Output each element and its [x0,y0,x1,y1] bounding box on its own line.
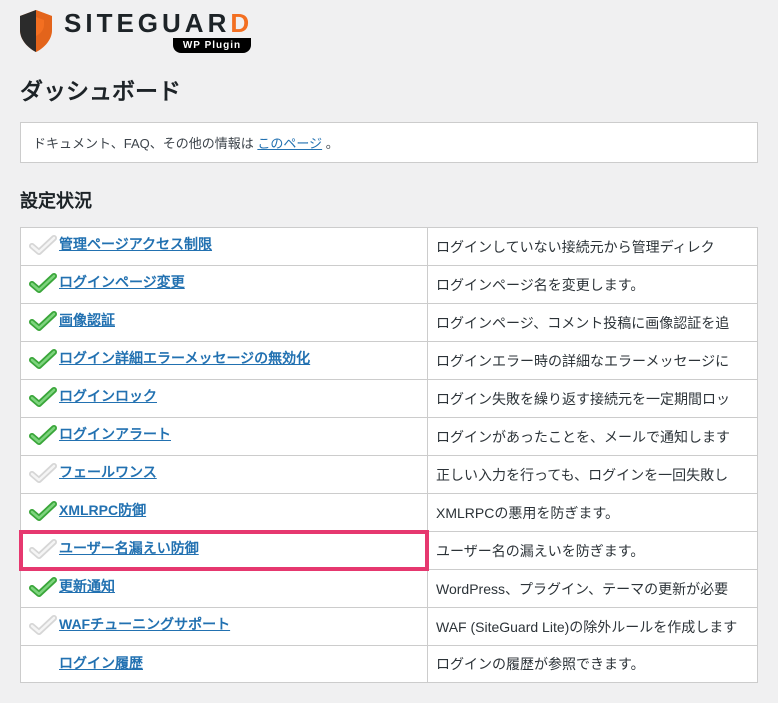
feature-link[interactable]: WAFチューニングサポート [59,614,230,634]
check-disabled-icon [29,234,53,254]
table-row: フェールワンス 正しい入力を行っても、ログインを一回失敗し [21,456,758,494]
check-enabled-icon [29,576,53,596]
feature-cell: WAFチューニングサポート [21,608,428,646]
feature-link[interactable]: ログインページ変更 [59,272,185,292]
feature-link[interactable]: ユーザー名漏えい防御 [59,538,199,558]
table-row: 画像認証 ログインページ、コメント投稿に画像認証を追 [21,304,758,342]
feature-description: WordPress、プラグイン、テーマの更新が必要 [428,570,758,608]
check-disabled-icon [29,462,53,482]
feature-link[interactable]: ログイン詳細エラーメッセージの無効化 [59,348,310,368]
check-enabled-icon [29,310,53,330]
feature-cell: フェールワンス [21,456,428,494]
feature-cell: ログイン履歴 [21,646,428,683]
feature-cell: XMLRPC防御 [21,494,428,532]
table-row: ユーザー名漏えい防御 ユーザー名の漏えいを防ぎます。 [21,532,758,570]
feature-description: ログインがあったことを、メールで通知します [428,418,758,456]
page-title: ダッシュボード [20,72,758,106]
feature-link[interactable]: ログインアラート [59,424,171,444]
feature-cell: ログインロック [21,380,428,418]
docs-link[interactable]: このページ [257,136,322,151]
table-row: WAFチューニングサポート WAF (SiteGuard Lite)の除外ルールを… [21,608,758,646]
table-row: ログインロック ログイン失敗を繰り返す接続元を一定期間ロッ [21,380,758,418]
feature-link[interactable]: 画像認証 [59,310,115,330]
plugin-logo: SITEGUARD WP Plugin [16,8,758,54]
feature-cell: 管理ページアクセス制限 [21,228,428,266]
feature-link[interactable]: フェールワンス [59,462,157,482]
feature-description: ログインページ名を変更します。 [428,266,758,304]
feature-cell: ログイン詳細エラーメッセージの無効化 [21,342,428,380]
check-enabled-icon [29,386,53,406]
feature-description: XMLRPCの悪用を防ぎます。 [428,494,758,532]
table-row: ログイン履歴 ログインの履歴が参照できます。 [21,646,758,683]
feature-description: ログインエラー時の詳細なエラーメッセージに [428,342,758,380]
table-row: ログインアラート ログインがあったことを、メールで通知します [21,418,758,456]
no-icon [29,653,53,673]
feature-cell: ユーザー名漏えい防御 [21,532,428,570]
table-row: 管理ページアクセス制限 ログインしていない接続元から管理ディレク [21,228,758,266]
settings-status-table: 管理ページアクセス制限ログインしていない接続元から管理ディレクログインページ変更… [20,227,758,683]
check-enabled-icon [29,424,53,444]
feature-description: WAF (SiteGuard Lite)の除外ルールを作成します [428,608,758,646]
shield-icon [16,8,56,54]
feature-description: ログインページ、コメント投稿に画像認証を追 [428,304,758,342]
table-row: 更新通知 WordPress、プラグイン、テーマの更新が必要 [21,570,758,608]
feature-link[interactable]: ログインロック [59,386,157,406]
feature-description: ログイン失敗を繰り返す接続元を一定期間ロッ [428,380,758,418]
table-row: ログインページ変更 ログインページ名を変更します。 [21,266,758,304]
check-enabled-icon [29,500,53,520]
feature-description: ログインしていない接続元から管理ディレク [428,228,758,266]
feature-description: ログインの履歴が参照できます。 [428,646,758,683]
check-disabled-icon [29,538,53,558]
check-enabled-icon [29,348,53,368]
feature-link[interactable]: 管理ページアクセス制限 [59,234,212,254]
feature-cell: 画像認証 [21,304,428,342]
check-disabled-icon [29,614,53,634]
feature-cell: ログインページ変更 [21,266,428,304]
feature-cell: ログインアラート [21,418,428,456]
feature-link[interactable]: ログイン履歴 [59,653,143,673]
feature-cell: 更新通知 [21,570,428,608]
brand-badge: WP Plugin [173,38,251,53]
section-title: 設定状況 [20,187,758,213]
feature-description: 正しい入力を行っても、ログインを一回失敗し [428,456,758,494]
info-notice: ドキュメント、FAQ、その他の情報は このページ 。 [20,122,758,163]
brand-name: SITEGUARD [64,10,253,36]
feature-link[interactable]: 更新通知 [59,576,115,596]
check-enabled-icon [29,272,53,292]
table-row: ログイン詳細エラーメッセージの無効化 ログインエラー時の詳細なエラーメッセージに [21,342,758,380]
feature-description: ユーザー名の漏えいを防ぎます。 [428,532,758,570]
feature-link[interactable]: XMLRPC防御 [59,500,146,520]
table-row: XMLRPC防御 XMLRPCの悪用を防ぎます。 [21,494,758,532]
